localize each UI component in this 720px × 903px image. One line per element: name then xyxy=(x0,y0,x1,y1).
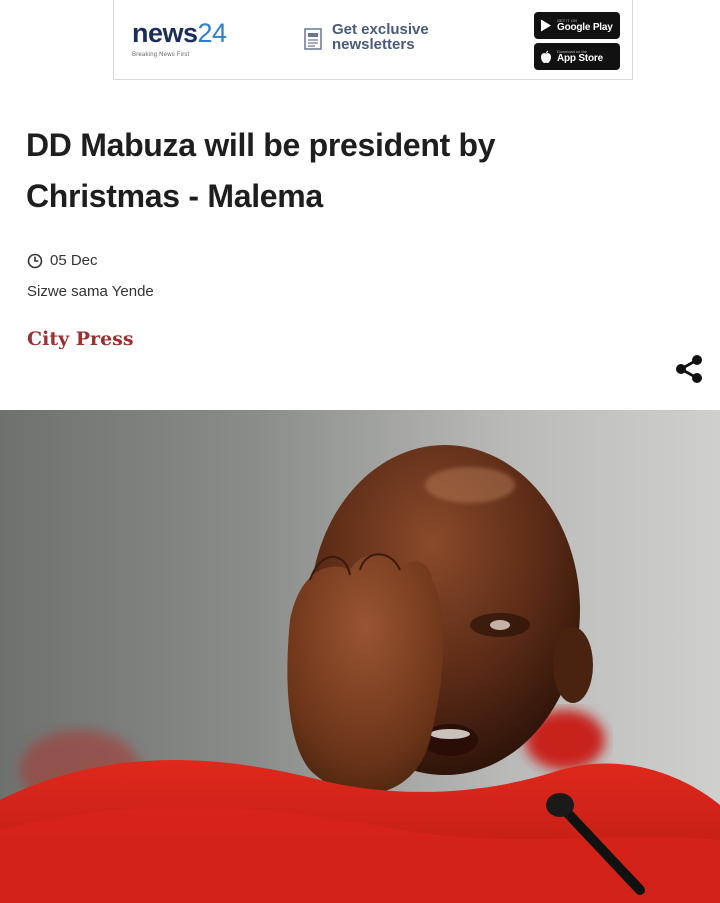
app-store-button[interactable]: Download on the App Store xyxy=(534,43,620,70)
news24-logo[interactable]: news24 Breaking News First xyxy=(132,18,228,59)
brand-tagline: Breaking News First xyxy=(132,52,190,58)
newsletter-link[interactable]: Get exclusive newsletters xyxy=(304,22,462,52)
google-play-button[interactable]: GET IT ON Google Play xyxy=(534,12,620,39)
date-text: 05 Dec xyxy=(50,252,98,269)
newsletter-banner[interactable]: news24 Breaking News First Get exclusive… xyxy=(113,0,633,80)
brand-name: news xyxy=(132,18,198,48)
app-store-label: App Store xyxy=(557,52,603,64)
share-icon[interactable] xyxy=(672,352,706,386)
newsletter-label: Get exclusive newsletters xyxy=(332,21,429,53)
google-play-label: Google Play xyxy=(557,21,613,33)
apple-icon xyxy=(541,50,551,63)
app-store-buttons: GET IT ON Google Play Download on the Ap… xyxy=(534,12,620,70)
article-author[interactable]: Sizwe sama Yende xyxy=(27,283,154,300)
brand-number: 24 xyxy=(197,18,228,48)
newsletter-icon xyxy=(304,28,322,50)
article-date: 05 Dec xyxy=(27,252,98,269)
article-photo xyxy=(0,410,720,903)
google-play-icon xyxy=(541,19,551,32)
clock-icon xyxy=(27,253,43,268)
publisher-logo[interactable]: City Press xyxy=(27,328,134,350)
article-headline: DD Mabuza will be president by Christmas… xyxy=(26,127,496,214)
